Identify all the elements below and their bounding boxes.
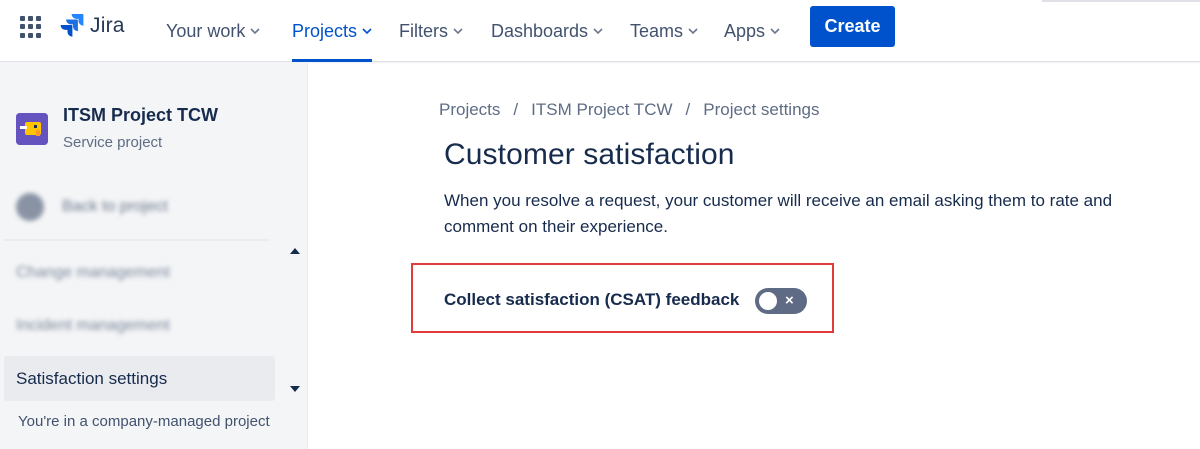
nav-dashboards[interactable]: Dashboards bbox=[491, 0, 603, 62]
nav-filters-label: Filters bbox=[399, 20, 448, 41]
page-description: When you resolve a request, your custome… bbox=[444, 191, 1113, 236]
project-avatar-graphic bbox=[16, 113, 48, 145]
scroll-up-arrow-icon[interactable] bbox=[290, 248, 300, 254]
csat-toggle-label: Collect satisfaction (CSAT) feedback bbox=[444, 290, 740, 309]
sidebar-scrollbar[interactable] bbox=[286, 241, 304, 401]
nav-teams-label: Teams bbox=[630, 20, 684, 41]
back-to-project-link[interactable]: Back to project bbox=[16, 193, 168, 221]
chevron-down-icon bbox=[362, 28, 372, 35]
breadcrumb-project-settings[interactable]: Project settings bbox=[703, 100, 819, 120]
sidebar-item-satisfaction-settings[interactable]: Satisfaction settings bbox=[4, 356, 275, 401]
breadcrumb-project[interactable]: ITSM Project TCW bbox=[531, 100, 672, 120]
jira-logo-icon bbox=[60, 14, 84, 37]
breadcrumb-projects[interactable]: Projects bbox=[439, 100, 500, 120]
sidebar-item-label: Satisfaction settings bbox=[16, 368, 168, 388]
company-managed-note: You're in a company-managed project bbox=[18, 413, 270, 430]
scroll-down-arrow-icon[interactable] bbox=[290, 386, 300, 392]
back-arrow-icon bbox=[16, 193, 44, 221]
sidebar-item-change-management[interactable]: Change management bbox=[16, 264, 170, 282]
top-navigation: Jira Your work Projects Filters Dashboar… bbox=[0, 0, 1200, 62]
chevron-down-icon bbox=[593, 28, 603, 35]
breadcrumb-separator: / bbox=[513, 100, 519, 119]
chevron-down-icon bbox=[250, 28, 260, 35]
toggle-knob bbox=[759, 292, 777, 310]
close-icon: × bbox=[785, 292, 794, 309]
chevron-down-icon bbox=[770, 28, 780, 35]
nav-filters[interactable]: Filters bbox=[399, 0, 463, 62]
page-title: Customer satisfaction bbox=[444, 138, 735, 171]
nav-your-work[interactable]: Your work bbox=[166, 0, 260, 62]
nav-apps[interactable]: Apps bbox=[724, 0, 780, 62]
nav-dashboards-label: Dashboards bbox=[491, 20, 589, 41]
jira-logo[interactable]: Jira bbox=[60, 13, 125, 39]
breadcrumb: Projects / ITSM Project TCW / Project se… bbox=[439, 100, 820, 120]
top-right-divider bbox=[1042, 0, 1200, 2]
app-switcher-icon[interactable] bbox=[20, 16, 42, 38]
sidebar-divider bbox=[4, 239, 270, 241]
nav-projects-label: Projects bbox=[292, 20, 358, 41]
csat-toggle[interactable]: × bbox=[755, 288, 807, 314]
breadcrumb-separator: / bbox=[685, 100, 691, 119]
nav-projects[interactable]: Projects bbox=[292, 0, 373, 62]
nav-teams[interactable]: Teams bbox=[630, 0, 698, 62]
nav-your-work-label: Your work bbox=[166, 20, 246, 41]
sidebar-item-incident-management[interactable]: Incident management bbox=[16, 317, 170, 335]
chevron-down-icon bbox=[453, 28, 463, 35]
jira-logo-text: Jira bbox=[90, 14, 125, 37]
nav-apps-label: Apps bbox=[724, 20, 766, 41]
create-button[interactable]: Create bbox=[810, 6, 895, 47]
project-avatar-icon[interactable] bbox=[16, 113, 48, 145]
back-to-project-label: Back to project bbox=[62, 198, 168, 215]
project-sidebar: ITSM Project TCW Service project Back to… bbox=[0, 63, 308, 449]
project-name[interactable]: ITSM Project TCW bbox=[63, 105, 218, 126]
project-type: Service project bbox=[63, 134, 163, 151]
chevron-down-icon bbox=[688, 28, 698, 35]
